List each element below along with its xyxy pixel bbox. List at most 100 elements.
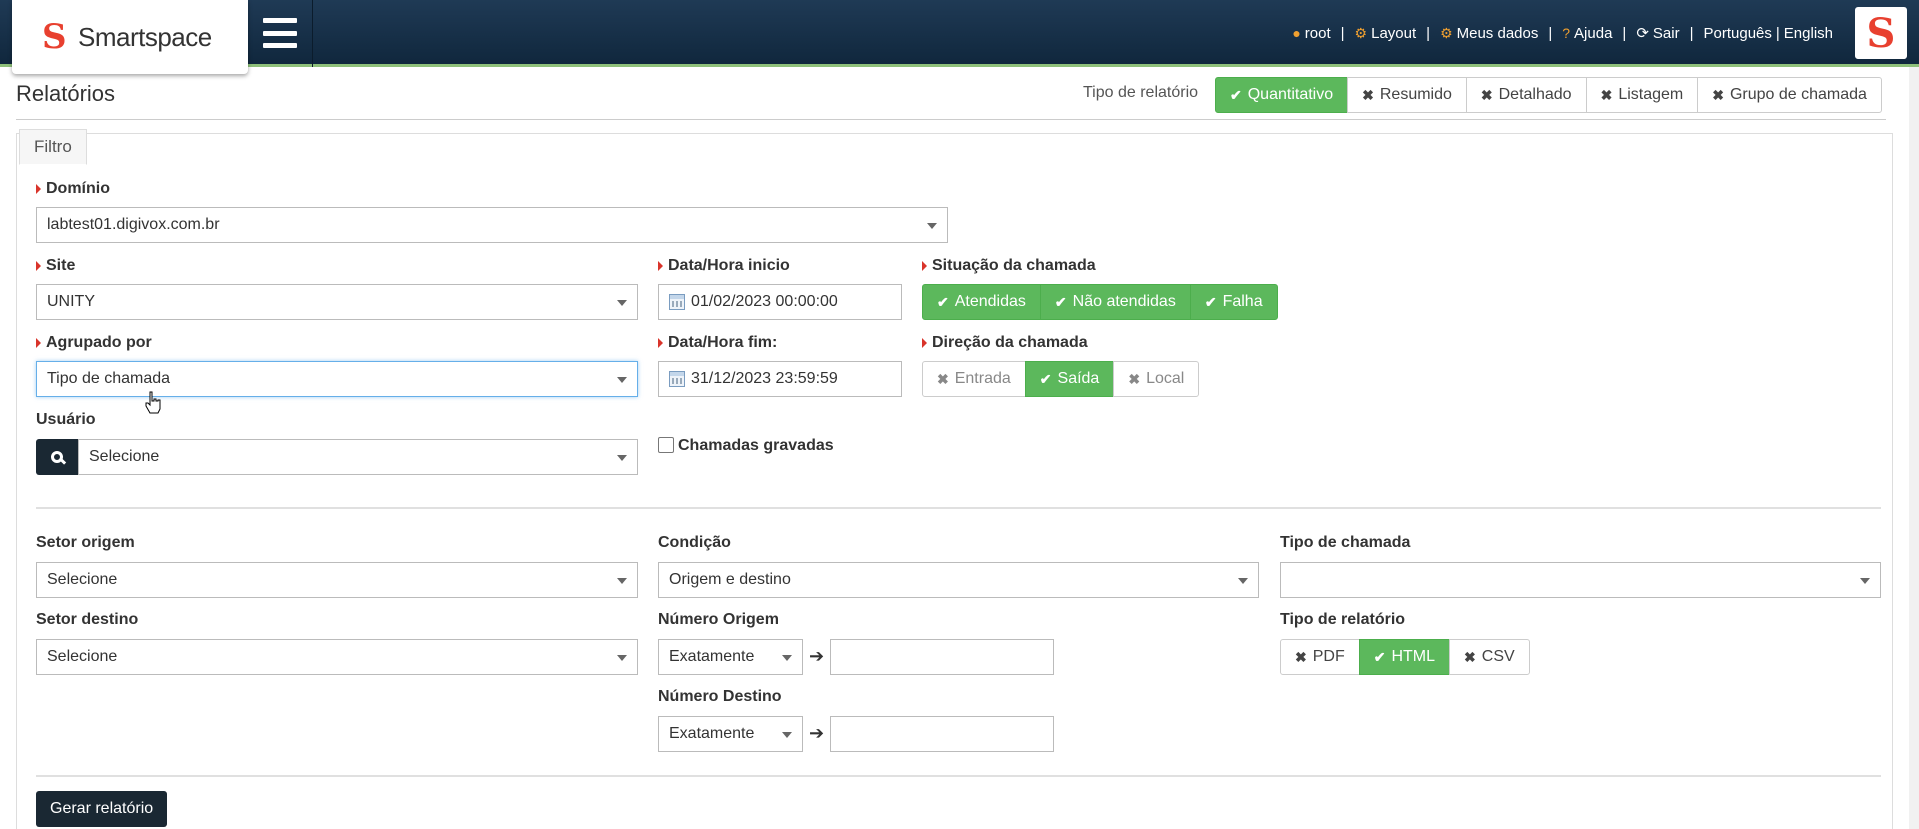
direcao-option-label: Local [1146, 370, 1185, 387]
x-icon: ✖ [937, 370, 949, 387]
tipo-chamada-select[interactable] [1280, 562, 1881, 598]
situacao-nao-atendidas[interactable]: ✔ Não atendidas [1039, 284, 1191, 320]
agrupado-select[interactable]: Tipo de chamada [36, 361, 638, 397]
usuario-select[interactable]: Selecione [78, 439, 638, 475]
report-type-label: Tipo de relatório [1083, 84, 1199, 101]
site-select[interactable]: UNITY [36, 284, 638, 320]
layout-link[interactable]: ⚙ Layout [1355, 25, 1417, 42]
numero-origem-match-select[interactable]: Exatamente [658, 639, 803, 675]
numero-destino-input[interactable] [830, 716, 1054, 752]
setor-origem-value: Selecione [47, 571, 118, 588]
numero-destino-match-select[interactable]: Exatamente [658, 716, 803, 752]
brand-logo[interactable]: S Smartspace [12, 0, 248, 74]
x-icon: ✖ [1600, 86, 1613, 103]
search-button[interactable] [36, 439, 78, 475]
separator: | [1548, 24, 1553, 42]
report-type-label-text: Resumido [1379, 86, 1452, 103]
separator: | [1622, 24, 1627, 42]
ajuda-link[interactable]: ? Ajuda [1562, 25, 1612, 42]
direcao-group: ✖ Entrada ✔ Saída ✖ Local [922, 361, 1200, 397]
check-icon: ✔ [937, 293, 949, 310]
gerar-relatorio-button[interactable]: Gerar relatório [36, 791, 168, 827]
data-fim-value: 31/12/2023 23:59:59 [691, 370, 838, 387]
data-fim-label: Data/Hora fim: [658, 334, 777, 352]
section-divider [36, 775, 1881, 777]
agrupado-value: Tipo de chamada [47, 370, 171, 387]
usuario-label: Usuário [36, 411, 96, 428]
hamburger-menu-icon[interactable] [263, 18, 297, 48]
separator: | [1340, 24, 1345, 42]
setor-destino-value: Selecione [47, 648, 118, 665]
report-type-listagem[interactable]: ✖ Listagem [1585, 77, 1699, 113]
chevron-down-icon [617, 377, 627, 383]
setor-origem-label: Setor origem [36, 534, 135, 551]
check-icon: ✔ [1204, 293, 1217, 310]
setor-destino-select[interactable]: Selecione [36, 639, 638, 675]
tipo-relatorio-pdf[interactable]: ✖ PDF [1280, 639, 1360, 675]
setor-origem-select[interactable]: Selecione [36, 562, 638, 598]
numero-destino-match-value: Exatamente [669, 725, 755, 742]
data-inicio-label: Data/Hora inicio [658, 257, 790, 275]
ajuda-link-label: Ajuda [1574, 24, 1613, 42]
corner-logo-icon: S [1855, 7, 1907, 59]
data-fim-input[interactable]: 31/12/2023 23:59:59 [658, 361, 902, 397]
x-icon: ✖ [1480, 86, 1493, 103]
x-icon: ✖ [1295, 648, 1307, 665]
separator: | [1775, 24, 1780, 42]
calendar-icon[interactable] [669, 371, 685, 387]
report-type-label-text: Quantitativo [1247, 86, 1334, 103]
user-link-label: root [1304, 24, 1331, 42]
situacao-option-label: Atendidas [954, 293, 1026, 310]
top-navbar: S Smartspace ● root | ⚙ Layout | ⚙ Meus … [0, 0, 1919, 74]
tipo-relatorio-csv[interactable]: ✖ CSV [1449, 639, 1530, 675]
situacao-group: ✔ Atendidas ✔ Não atendidas ✔ Falha [922, 284, 1278, 320]
data-inicio-value: 01/02/2023 00:00:00 [691, 293, 838, 310]
numero-origem-match-value: Exatamente [669, 648, 755, 665]
lang-pt-link[interactable]: Português [1704, 25, 1772, 42]
lang-en-link[interactable]: English [1784, 25, 1833, 42]
meus-dados-link[interactable]: ⚙ Meus dados [1440, 25, 1538, 42]
tipo-relatorio-group: ✖ PDF ✔ HTML ✖ CSV [1280, 639, 1530, 675]
tab-filtro[interactable]: Filtro [19, 129, 87, 165]
report-type-resumido[interactable]: ✖ Resumido [1347, 77, 1467, 113]
tipo-relatorio-html[interactable]: ✔ HTML [1358, 639, 1451, 675]
sair-link-label: Sair [1652, 24, 1680, 42]
gear-icon: ⚙ [1440, 24, 1453, 41]
page-scrollbar[interactable] [1909, 67, 1919, 829]
section-divider [36, 507, 1881, 509]
numero-origem-input[interactable] [830, 639, 1054, 675]
situacao-atendidas[interactable]: ✔ Atendidas [922, 284, 1041, 320]
report-type-detalhado[interactable]: ✖ Detalhado [1465, 77, 1587, 113]
hand-cursor-icon [145, 391, 161, 414]
chevron-down-icon [617, 578, 627, 584]
dominio-select[interactable]: labtest01.digivox.com.br [36, 207, 948, 243]
tipo-relatorio-option-label: PDF [1312, 648, 1345, 665]
gravadas-label: Chamadas gravadas [678, 437, 834, 454]
gravadas-checkbox[interactable] [658, 437, 674, 453]
direcao-local[interactable]: ✖ Local [1113, 361, 1200, 397]
dominio-label: Domínio [36, 180, 110, 198]
search-icon [51, 451, 63, 463]
condicao-value: Origem e destino [669, 571, 791, 588]
report-type-group: ✔ Quantitativo ✖ Resumido ✖ Detalhado ✖ … [1215, 77, 1882, 113]
arrow-right-icon: ➔ [809, 723, 825, 743]
report-type-grupo[interactable]: ✖ Grupo de chamada [1697, 77, 1882, 113]
calendar-icon[interactable] [669, 294, 685, 310]
check-icon: ✔ [1373, 648, 1386, 665]
direcao-label: Direção da chamada [922, 334, 1088, 352]
x-icon: ✖ [1712, 86, 1724, 103]
report-type-quantitativo[interactable]: ✔ Quantitativo [1215, 77, 1349, 113]
user-link[interactable]: ● root [1292, 25, 1330, 42]
chevron-down-icon [617, 655, 627, 661]
x-icon: ✖ [1362, 86, 1374, 103]
cogs-icon: ⚙ [1354, 24, 1368, 41]
data-inicio-input[interactable]: 01/02/2023 00:00:00 [658, 284, 902, 320]
direcao-entrada[interactable]: ✖ Entrada [922, 361, 1026, 397]
report-type-label-text: Listagem [1618, 86, 1684, 103]
user-icon: ● [1292, 25, 1301, 41]
tipo-relatorio-label: Tipo de relatório [1280, 611, 1406, 628]
sair-link[interactable]: ⟳ Sair [1636, 24, 1680, 43]
condicao-select[interactable]: Origem e destino [658, 562, 1259, 598]
situacao-falha[interactable]: ✔ Falha [1189, 284, 1278, 320]
direcao-saida[interactable]: ✔ Saída [1024, 361, 1115, 397]
